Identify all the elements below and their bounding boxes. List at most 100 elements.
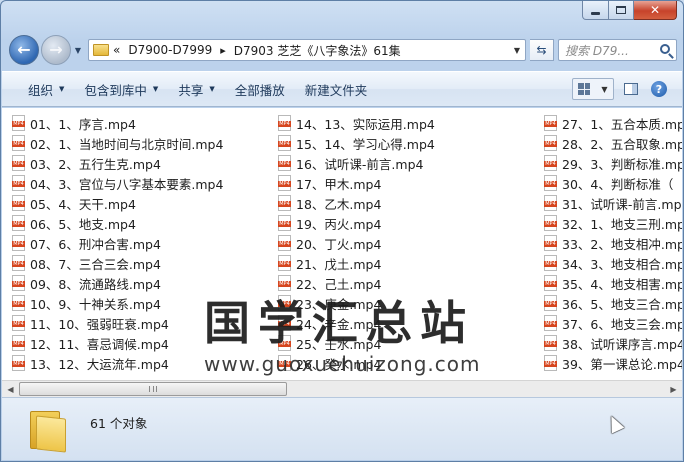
scroll-right-arrow-icon[interactable]: ▶ bbox=[665, 381, 682, 397]
refresh-button[interactable]: ⇆ bbox=[530, 39, 554, 61]
file-item[interactable]: 27、1、五合本质.mp4 bbox=[544, 113, 682, 133]
file-item[interactable]: 05、4、天干.mp4 bbox=[12, 193, 223, 213]
file-name: 15、14、学习心得.mp4 bbox=[296, 136, 435, 152]
recent-pages-dropdown[interactable]: ▼ bbox=[72, 46, 84, 55]
forward-button[interactable]: → bbox=[41, 35, 71, 65]
video-file-icon bbox=[12, 315, 25, 331]
preview-pane-button[interactable] bbox=[620, 78, 642, 100]
horizontal-scrollbar[interactable]: ◀ ▶ bbox=[2, 380, 682, 397]
file-item[interactable]: 28、2、五合取象.mp4 bbox=[544, 133, 682, 153]
video-file-icon bbox=[278, 335, 291, 351]
video-file-icon bbox=[12, 335, 25, 351]
view-grid-icon bbox=[578, 83, 591, 95]
video-file-icon bbox=[12, 135, 25, 151]
video-file-icon bbox=[12, 275, 25, 291]
play-all-button[interactable]: 全部播放 bbox=[225, 77, 295, 101]
file-name: 17、甲木.mp4 bbox=[296, 176, 382, 192]
file-item[interactable]: 34、3、地支相合.mp4 bbox=[544, 253, 682, 273]
file-name: 06、5、地支.mp4 bbox=[30, 216, 136, 232]
file-item[interactable]: 17、甲木.mp4 bbox=[278, 173, 435, 193]
video-file-icon bbox=[12, 255, 25, 271]
video-file-icon bbox=[278, 255, 291, 271]
share-menu[interactable]: 共享 ▼ bbox=[168, 77, 224, 101]
file-item[interactable]: 13、12、大运流年.mp4 bbox=[12, 353, 223, 373]
file-name: 20、丁火.mp4 bbox=[296, 236, 382, 252]
file-name: 04、3、宫位与八字基本要素.mp4 bbox=[30, 176, 224, 192]
folder-icon bbox=[30, 407, 70, 453]
file-item[interactable]: 25、壬水.mp4 bbox=[278, 333, 435, 353]
video-file-icon bbox=[544, 335, 557, 351]
file-item[interactable]: 35、4、地支相害.mp4 bbox=[544, 273, 682, 293]
file-item[interactable]: 38、试听课序言.mp4 bbox=[544, 333, 682, 353]
forward-arrow-icon: → bbox=[49, 40, 63, 59]
file-item[interactable]: 37、6、地支三会.mp4 bbox=[544, 313, 682, 333]
file-item[interactable]: 15、14、学习心得.mp4 bbox=[278, 133, 435, 153]
close-icon: ✕ bbox=[649, 3, 661, 17]
file-item[interactable]: 26、癸水.mp4 bbox=[278, 353, 435, 373]
file-item[interactable]: 14、13、实际运用.mp4 bbox=[278, 113, 435, 133]
breadcrumb-overflow-chevron[interactable]: « bbox=[113, 43, 120, 57]
breadcrumb-item-current[interactable]: D7903 芝芝《八字象法》61集 bbox=[234, 42, 401, 59]
file-item[interactable]: 08、7、三合三会.mp4 bbox=[12, 253, 223, 273]
file-item[interactable]: 23、庚金.mp4 bbox=[278, 293, 435, 313]
file-item[interactable]: 09、8、流通路线.mp4 bbox=[12, 273, 223, 293]
new-folder-button[interactable]: 新建文件夹 bbox=[295, 77, 378, 101]
file-item[interactable]: 39、第一课总论.mp4 bbox=[544, 353, 682, 373]
minimize-button[interactable] bbox=[582, 1, 609, 20]
organize-menu[interactable]: 组织 ▼ bbox=[18, 77, 74, 101]
help-icon: ? bbox=[651, 81, 667, 97]
play-all-label: 全部播放 bbox=[234, 82, 285, 98]
change-view-button[interactable]: ▼ bbox=[572, 78, 614, 100]
file-item[interactable]: 12、11、喜忌调候.mp4 bbox=[12, 333, 223, 353]
video-file-icon bbox=[278, 175, 291, 191]
breadcrumb-separator[interactable]: ▸ bbox=[220, 44, 226, 57]
file-item[interactable]: 03、2、五行生克.mp4 bbox=[12, 153, 223, 173]
file-name: 33、2、地支相冲.mp4 bbox=[562, 236, 682, 252]
search-icon bbox=[660, 44, 670, 54]
video-file-icon bbox=[12, 355, 25, 371]
help-button[interactable]: ? bbox=[648, 78, 670, 100]
file-item[interactable]: 31、试听课-前言.mp4 bbox=[544, 193, 682, 213]
file-item[interactable]: 20、丁火.mp4 bbox=[278, 233, 435, 253]
file-item[interactable]: 33、2、地支相冲.mp4 bbox=[544, 233, 682, 253]
file-item[interactable]: 29、3、判断标准.mp4 bbox=[544, 153, 682, 173]
file-item[interactable]: 06、5、地支.mp4 bbox=[12, 213, 223, 233]
video-file-icon bbox=[544, 295, 557, 311]
file-item[interactable]: 10、9、十神关系.mp4 bbox=[12, 293, 223, 313]
back-button[interactable]: ← bbox=[9, 35, 39, 65]
file-item[interactable]: 18、乙木.mp4 bbox=[278, 193, 435, 213]
file-item[interactable]: 24、辛金.mp4 bbox=[278, 313, 435, 333]
file-item[interactable]: 01、1、序言.mp4 bbox=[12, 113, 223, 133]
breadcrumb-item-parent[interactable]: D7900-D7999 bbox=[128, 43, 212, 57]
address-dropdown-icon[interactable]: ▼ bbox=[509, 46, 525, 55]
file-item[interactable]: 36、5、地支三合.mp4 bbox=[544, 293, 682, 313]
file-item[interactable]: 02、1、当地时间与北京时间.mp4 bbox=[12, 133, 223, 153]
file-item[interactable]: 22、己土.mp4 bbox=[278, 273, 435, 293]
file-item[interactable]: 16、试听课-前言.mp4 bbox=[278, 153, 435, 173]
file-item[interactable]: 19、丙火.mp4 bbox=[278, 213, 435, 233]
file-item[interactable]: 30、4、判断标准（ bbox=[544, 173, 682, 193]
close-button[interactable]: ✕ bbox=[634, 1, 677, 20]
scroll-thumb[interactable] bbox=[19, 382, 287, 396]
file-column-2: 14、13、实际运用.mp4 15、14、学习心得.mp4 16、试听课-前言.mp… bbox=[278, 113, 435, 373]
address-bar[interactable]: « D7900-D7999 ▸ D7903 芝芝《八字象法》61集 ▼ bbox=[88, 39, 526, 61]
file-name: 03、2、五行生克.mp4 bbox=[30, 156, 161, 172]
include-in-library-menu[interactable]: 包含到库中 ▼ bbox=[74, 77, 168, 101]
video-file-icon bbox=[278, 155, 291, 171]
file-item[interactable]: 21、戊土.mp4 bbox=[278, 253, 435, 273]
navigation-row: ← → ▼ « D7900-D7999 ▸ D7903 芝芝《八字象法》61集 … bbox=[9, 33, 677, 67]
file-item[interactable]: 07、6、刑冲合害.mp4 bbox=[12, 233, 223, 253]
maximize-button[interactable] bbox=[609, 1, 634, 20]
scroll-track[interactable] bbox=[19, 381, 665, 397]
file-list-pane: 01、1、序言.mp4 02、1、当地时间与北京时间.mp4 03、2、五行生克.m… bbox=[2, 108, 682, 380]
search-input[interactable]: 搜索 D79... bbox=[558, 39, 677, 61]
search-placeholder: 搜索 D79... bbox=[565, 43, 629, 58]
view-controls: ▼ ? bbox=[572, 78, 670, 100]
file-name: 09、8、流通路线.mp4 bbox=[30, 276, 161, 292]
chevron-down-icon: ▼ bbox=[59, 85, 65, 93]
file-item[interactable]: 04、3、宫位与八字基本要素.mp4 bbox=[12, 173, 223, 193]
file-item[interactable]: 11、10、强弱旺衰.mp4 bbox=[12, 313, 223, 333]
file-name: 05、4、天干.mp4 bbox=[30, 196, 136, 212]
file-item[interactable]: 32、1、地支三刑.mp4 bbox=[544, 213, 682, 233]
scroll-left-arrow-icon[interactable]: ◀ bbox=[2, 381, 19, 397]
